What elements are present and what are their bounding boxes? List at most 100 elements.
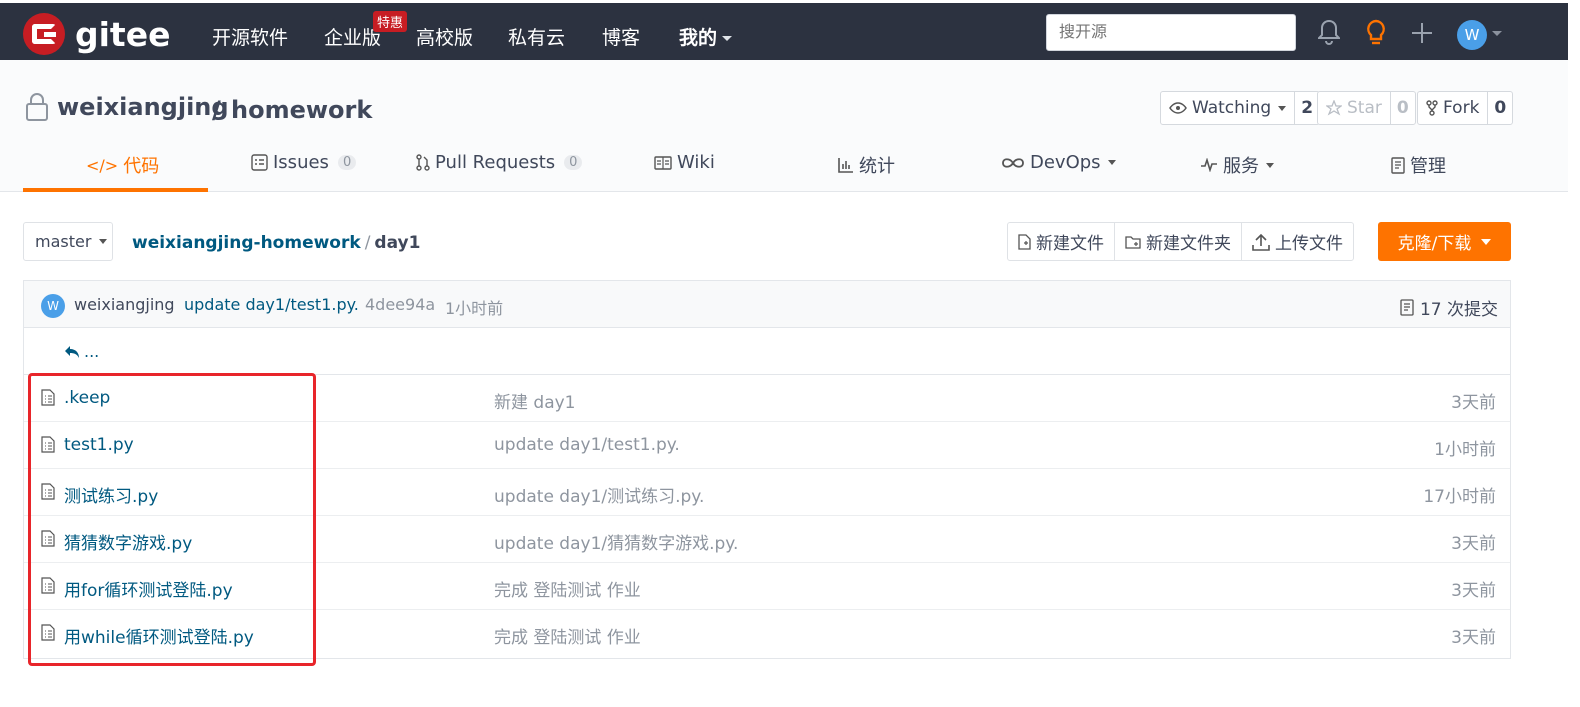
clone-download-button[interactable]: 克隆/下载 <box>1378 222 1511 261</box>
watch-button[interactable]: Watching <box>1161 92 1296 124</box>
tab-pull-requests-label: Pull Requests <box>435 152 556 173</box>
top-navbar: gitee 开源软件 企业版 特惠 高校版 私有云 博客 我的 W <box>0 3 1568 60</box>
plus-icon[interactable] <box>1410 21 1434 49</box>
upload-file-button[interactable]: 上传文件 <box>1242 223 1353 260</box>
file-commit-message-link[interactable]: update day1/test1.py. <box>494 435 680 455</box>
file-name-link[interactable]: 用while循环测试登陆.py <box>64 623 254 648</box>
star-button-group: Star 0 <box>1317 91 1416 125</box>
file-commit-message-link[interactable]: 完成 登陆测试 作业 <box>494 623 641 648</box>
watch-button-group: Watching 2 <box>1160 91 1321 125</box>
file-row: 猜猜数字游戏.py update day1/猜猜数字游戏.py. 3天前 <box>24 516 1510 563</box>
gitee-logo-icon <box>23 13 65 55</box>
file-icon <box>41 436 55 457</box>
chevron-down-icon <box>1266 162 1274 168</box>
active-tab-indicator <box>23 188 208 192</box>
tab-service[interactable]: 服务 <box>1200 152 1274 178</box>
file-commit-message-link[interactable]: update day1/测试练习.py. <box>494 482 704 507</box>
repo-owner-link[interactable]: weixiangjing <box>57 93 229 121</box>
file-name-link[interactable]: 猜猜数字游戏.py <box>64 529 192 554</box>
file-commit-message-link[interactable]: 完成 登陆测试 作业 <box>494 576 641 601</box>
file-name-link[interactable]: .keep <box>64 388 110 408</box>
file-name-link[interactable]: 测试练习.py <box>64 482 158 507</box>
breadcrumb-separator: / <box>364 233 371 253</box>
tab-manage[interactable]: 管理 <box>1391 152 1446 178</box>
fork-button-group: Fork 0 <box>1417 91 1514 125</box>
new-file-button[interactable]: 新建文件 <box>1008 223 1115 260</box>
watch-count[interactable]: 2 <box>1295 92 1319 124</box>
pull-request-icon <box>416 154 430 171</box>
parent-dir-row: ... <box>24 328 1510 375</box>
tab-pull-requests[interactable]: Pull Requests 0 <box>416 152 583 173</box>
nav-open-source[interactable]: 开源软件 <box>212 23 288 50</box>
chevron-down-icon <box>1278 105 1287 111</box>
tab-issues-label: Issues <box>273 152 329 173</box>
file-icon <box>41 624 55 645</box>
chevron-down-icon <box>99 239 108 244</box>
branch-selector[interactable]: master <box>23 222 113 261</box>
file-list: ... .keep 新建 day1 3天前 test1.py update day1/t… <box>23 328 1511 659</box>
fork-icon <box>1426 100 1438 116</box>
file-row: test1.py update day1/test1.py. 1小时前 <box>24 422 1510 469</box>
fork-count[interactable]: 0 <box>1488 92 1512 124</box>
tab-code[interactable]: </> 代码 <box>86 152 159 178</box>
upload-file-label: 上传文件 <box>1275 234 1343 254</box>
reply-arrow-icon <box>65 345 79 358</box>
file-icon <box>41 483 55 504</box>
bell-icon[interactable] <box>1316 19 1342 49</box>
issues-icon <box>251 154 268 171</box>
file-commit-time: 1小时前 <box>1434 440 1496 460</box>
search-input[interactable] <box>1046 14 1296 51</box>
file-commit-message-link[interactable]: update day1/猜猜数字游戏.py. <box>494 529 738 554</box>
nav-blog[interactable]: 博客 <box>602 23 640 50</box>
star-icon <box>1326 100 1342 116</box>
chevron-down-icon[interactable] <box>1492 31 1502 36</box>
file-commit-message-link[interactable]: 新建 day1 <box>494 388 576 413</box>
commit-count-label: 17 次提交 <box>1419 300 1498 320</box>
tab-manage-label: 管理 <box>1410 156 1446 177</box>
lock-icon <box>24 92 50 126</box>
file-name-link[interactable]: test1.py <box>64 435 134 455</box>
lightbulb-icon[interactable] <box>1364 19 1388 51</box>
star-count[interactable]: 0 <box>1391 92 1415 124</box>
nav-education[interactable]: 高校版 <box>416 23 473 50</box>
file-commit-time: 17小时前 <box>1423 487 1496 507</box>
parent-dir-link[interactable]: ... <box>64 342 99 361</box>
gitee-logo[interactable]: gitee <box>23 13 170 55</box>
chevron-down-icon <box>722 36 733 41</box>
tab-issues[interactable]: Issues 0 <box>251 152 357 173</box>
nav-mine[interactable]: 我的 <box>679 23 733 50</box>
file-actions: 新建文件 新建文件夹 上传文件 <box>1007 222 1354 261</box>
eye-icon <box>1169 102 1187 114</box>
branch-label: master <box>35 232 92 251</box>
clone-download-label: 克隆/下载 <box>1397 234 1472 254</box>
tab-wiki[interactable]: Wiki <box>654 152 715 173</box>
service-icon <box>1201 158 1217 172</box>
tab-code-label: 代码 <box>123 156 160 177</box>
issues-count-badge: 0 <box>337 155 357 170</box>
commit-message-link[interactable]: update day1/test1.py. <box>184 295 359 314</box>
file-row: 用while循环测试登陆.py 完成 登陆测试 作业 3天前 <box>24 610 1510 657</box>
new-folder-button[interactable]: 新建文件夹 <box>1115 223 1242 260</box>
commit-author-link[interactable]: weixiangjing <box>74 295 175 314</box>
file-name-link[interactable]: 用for循环测试登陆.py <box>64 576 233 601</box>
file-commit-time: 3天前 <box>1451 628 1496 648</box>
new-file-icon <box>1018 233 1031 250</box>
tab-stats[interactable]: 统计 <box>838 152 895 178</box>
file-icon <box>41 389 55 410</box>
commit-sha-link[interactable]: 4dee94a <box>365 295 435 314</box>
chevron-down-icon <box>1481 238 1492 245</box>
user-avatar[interactable]: W <box>1457 20 1487 50</box>
commit-count-link[interactable]: 17 次提交 <box>1400 295 1498 320</box>
new-folder-label: 新建文件夹 <box>1146 234 1231 254</box>
repo-name-link[interactable]: homework <box>231 96 372 124</box>
tab-devops[interactable]: DevOps <box>1001 152 1116 173</box>
upload-icon <box>1252 233 1270 251</box>
breadcrumb-repo-link[interactable]: weixiangjing-homework <box>132 233 361 253</box>
code-icon: </> <box>86 155 119 175</box>
fork-button[interactable]: Fork <box>1418 92 1489 124</box>
nav-private-cloud[interactable]: 私有云 <box>508 23 565 50</box>
file-row: .keep 新建 day1 3天前 <box>24 375 1510 422</box>
commit-author-avatar[interactable]: W <box>41 294 65 318</box>
tab-service-label: 服务 <box>1223 156 1259 177</box>
star-button[interactable]: Star <box>1318 92 1391 124</box>
